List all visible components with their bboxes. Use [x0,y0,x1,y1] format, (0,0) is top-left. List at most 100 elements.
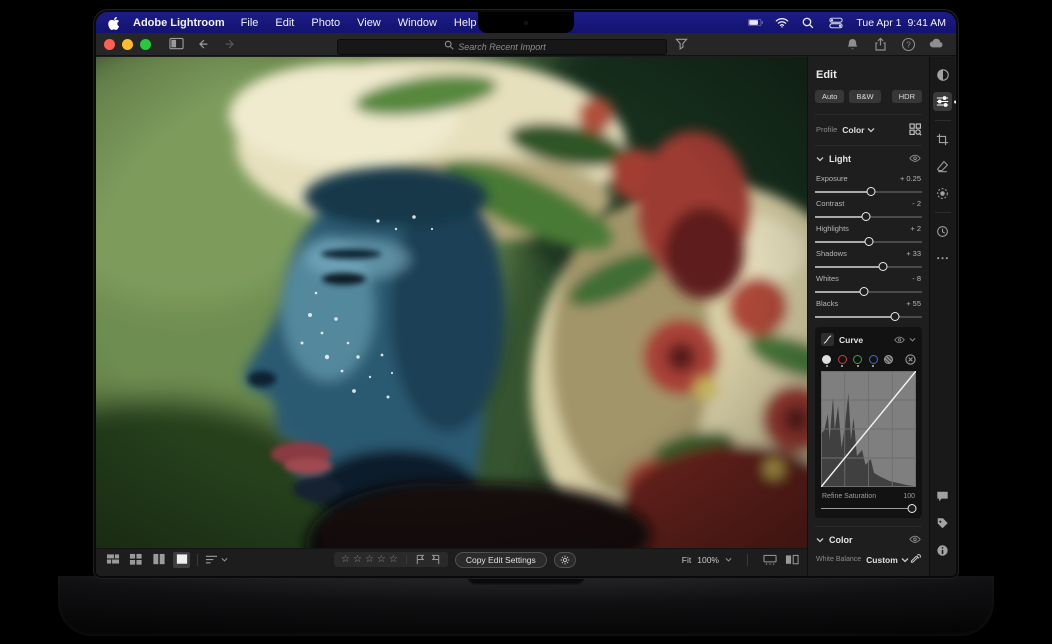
compare-view-icon[interactable] [150,552,167,568]
pick-flag-icon[interactable] [415,554,426,565]
color-section-header[interactable]: Color [815,526,922,552]
slider-track[interactable] [815,237,922,246]
app-name[interactable]: Adobe Lightroom [133,17,225,29]
forward-icon[interactable] [223,37,239,52]
color-visibility-eye-icon[interactable] [909,535,921,545]
share-icon[interactable] [873,37,888,52]
light-section-title: Light [829,154,851,164]
curve-title: Curve [839,335,863,345]
rating-star-icon[interactable]: ☆ [377,555,386,565]
profile-row: Profile Color [815,114,922,145]
menu-help[interactable]: Help [454,17,477,29]
more-icon[interactable] [933,249,952,268]
menu-file[interactable]: File [241,17,259,29]
profile-browse-icon[interactable] [909,123,922,136]
slider-knob[interactable] [862,212,871,221]
blue-channel-icon[interactable] [869,355,878,364]
before-after-icon[interactable] [785,554,799,565]
search-input[interactable] [337,39,667,55]
auto-button[interactable]: Auto [815,90,844,103]
heal-icon[interactable] [933,157,952,176]
search-icon[interactable] [802,16,817,29]
rating-star-icon[interactable]: ☆ [353,555,362,565]
settings-gear-button[interactable] [554,552,576,568]
rating-star-icon[interactable]: ☆ [389,555,398,565]
white-balance-dropdown[interactable]: Custom [866,555,909,565]
sidebar-toggle-icon[interactable] [169,37,185,52]
sort-control[interactable] [205,554,228,565]
slider-track[interactable] [815,262,922,271]
filmstrip-icon[interactable] [763,554,777,565]
edit-icon[interactable] [933,92,952,111]
filter-icon[interactable] [675,37,688,51]
photo-grid-view-icon[interactable] [104,552,121,568]
copy-edit-settings-button[interactable]: Copy Edit Settings [455,552,547,568]
minimize-button[interactable] [122,39,133,50]
slider-knob[interactable] [860,287,869,296]
reject-flag-icon[interactable] [430,554,441,565]
square-grid-view-icon[interactable] [127,552,144,568]
back-icon[interactable] [196,37,212,52]
white-balance-eyedropper-icon[interactable] [910,554,921,565]
slider-track[interactable] [815,212,922,221]
control-center-icon[interactable] [829,16,844,29]
detail-view-icon[interactable] [173,552,190,568]
slider-track[interactable] [815,187,922,196]
slider-knob[interactable] [879,262,888,271]
presets-icon[interactable] [933,65,952,84]
apple-menu-icon[interactable] [108,16,121,30]
help-icon[interactable]: ? [901,37,916,52]
zoom-level[interactable]: 100% [697,555,719,565]
curve-header[interactable]: Curve [821,333,916,346]
menu-view[interactable]: View [357,17,381,29]
zoom-window-button[interactable] [140,39,151,50]
crop-icon[interactable] [933,130,952,149]
notifications-bell-icon[interactable] [845,37,860,52]
slider-knob[interactable] [866,187,875,196]
green-channel-icon[interactable] [853,355,862,364]
keywords-icon[interactable] [933,514,952,533]
red-channel-icon[interactable] [838,355,847,364]
menu-window[interactable]: Window [398,17,437,29]
info-icon[interactable] [933,541,952,560]
slider-knob[interactable] [891,312,900,321]
slider-value: - 2 [912,199,921,208]
slider-track[interactable] [815,312,922,321]
profile-dropdown[interactable]: Color [842,125,875,135]
menu-items: File Edit Photo View Window Help [241,17,477,29]
chevron-down-icon[interactable] [909,337,916,342]
slider-knob[interactable] [864,237,873,246]
photo-canvas[interactable] [96,57,807,548]
refine-saturation-value: 100 [903,493,915,500]
slider-knob[interactable] [908,504,917,513]
slider-label: Contrast [816,199,844,208]
light-visibility-eye-icon[interactable] [909,154,921,164]
cloud-sync-icon[interactable] [929,37,944,52]
battery-icon[interactable] [748,16,763,29]
slider-whites: Whites- 8 [815,274,922,296]
hdr-button[interactable]: HDR [892,90,922,103]
wifi-icon[interactable] [775,16,790,29]
slider-value: - 8 [912,274,921,283]
bw-button[interactable]: B&W [849,90,880,103]
versions-icon[interactable] [933,222,952,241]
curve-reset-icon[interactable] [905,354,916,365]
menu-bar-clock[interactable]: Tue Apr 1 9:41 AM [856,17,946,29]
fit-button[interactable]: Fit [682,555,691,565]
close-button[interactable] [104,39,115,50]
white-balance-label: White Balance [816,556,861,563]
menu-photo[interactable]: Photo [311,17,340,29]
slider-track[interactable] [815,287,922,296]
parametric-curve-icon[interactable] [884,355,893,364]
tone-curve-graph[interactable] [821,371,916,487]
macbook-stage: Adobe Lightroom File Edit Photo View Window H… [0,0,1052,644]
refine-saturation-slider[interactable] [821,504,916,513]
light-section-header[interactable]: Light [815,145,922,171]
all-channels-icon[interactable] [822,355,831,364]
rating-star-icon[interactable]: ☆ [365,555,374,565]
curve-visibility-eye-icon[interactable] [894,336,905,344]
menu-edit[interactable]: Edit [275,17,294,29]
masking-icon[interactable] [933,184,952,203]
comments-icon[interactable] [933,487,952,506]
rating-star-icon[interactable]: ☆ [341,555,350,565]
